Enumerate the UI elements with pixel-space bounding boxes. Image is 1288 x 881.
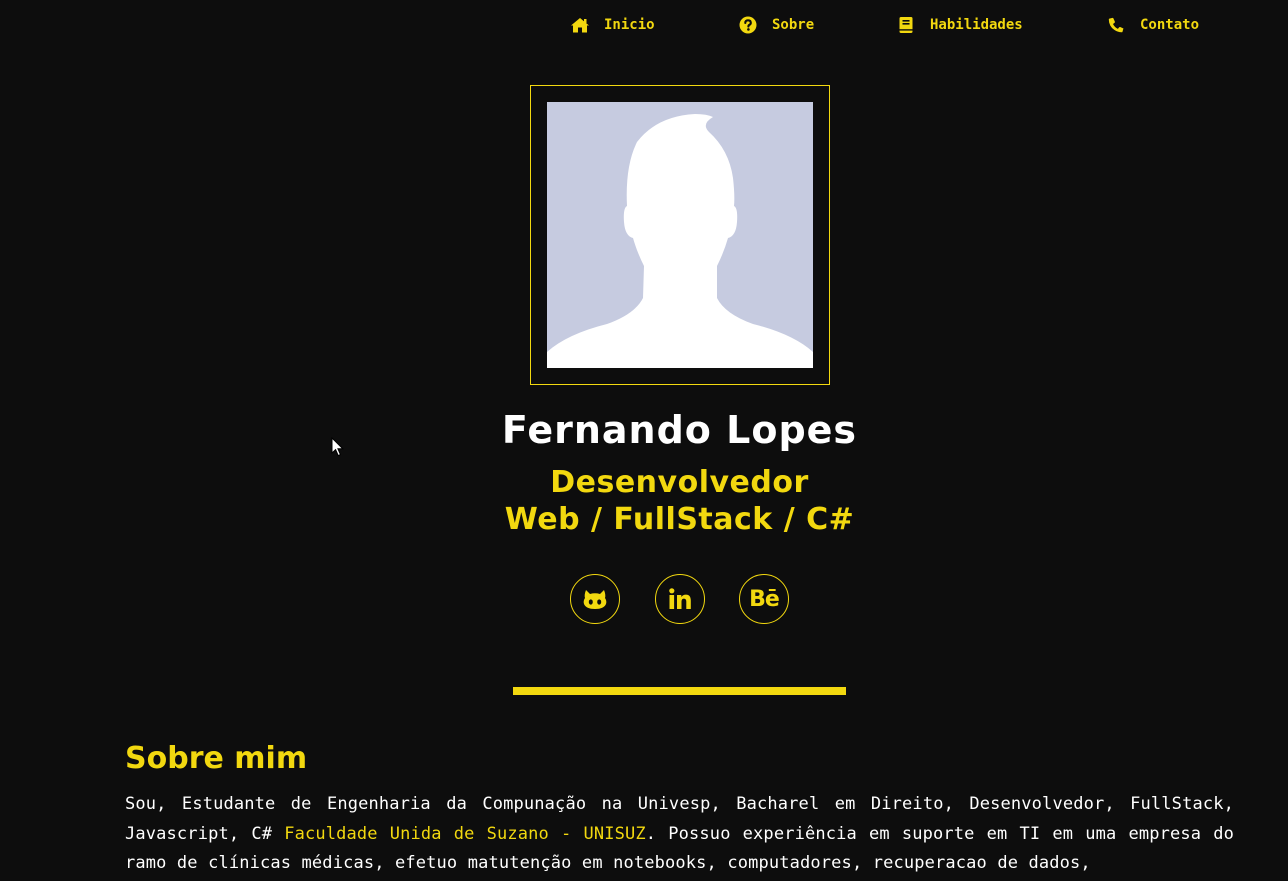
top-navigation: Inicio Sobre Habilidades Contato xyxy=(0,0,1288,50)
behance-link[interactable]: Bē xyxy=(739,574,789,624)
nav-label: Inicio xyxy=(604,17,655,33)
profile-photo xyxy=(547,102,813,368)
question-circle-icon xyxy=(738,15,758,35)
nav-label: Habilidades xyxy=(930,17,1023,33)
profile-photo-frame xyxy=(530,85,830,385)
behance-icon: Bē xyxy=(749,586,780,612)
section-divider xyxy=(513,687,846,695)
about-highlight-link[interactable]: Faculdade Unida de Suzano - UNISUZ xyxy=(284,824,646,844)
profile-name: Fernando Lopes xyxy=(501,408,858,452)
about-title: Sobre mim xyxy=(125,741,308,776)
profile-role-line1: Desenvolvedor xyxy=(550,465,809,500)
profile-silhouette-icon xyxy=(547,114,813,368)
github-link[interactable] xyxy=(570,574,620,624)
phone-icon xyxy=(1106,15,1126,35)
nav-label: Sobre xyxy=(772,17,815,33)
nav-label: Contato xyxy=(1140,17,1200,33)
nav-item-inicio[interactable]: Inicio xyxy=(570,14,655,36)
linkedin-icon xyxy=(669,588,691,609)
about-text: Sou, Estudante de Engenharia da Compunaç… xyxy=(125,790,1234,879)
book-icon xyxy=(896,15,916,35)
github-icon xyxy=(583,590,607,609)
nav-item-sobre[interactable]: Sobre xyxy=(738,14,814,36)
mouse-cursor-icon xyxy=(331,437,345,457)
nav-item-habilidades[interactable]: Habilidades xyxy=(896,14,1023,36)
profile-role-line2: Web / FullStack / C# xyxy=(504,502,855,537)
linkedin-link[interactable] xyxy=(655,574,705,624)
nav-item-contato[interactable]: Contato xyxy=(1106,14,1199,36)
home-icon xyxy=(570,15,590,35)
